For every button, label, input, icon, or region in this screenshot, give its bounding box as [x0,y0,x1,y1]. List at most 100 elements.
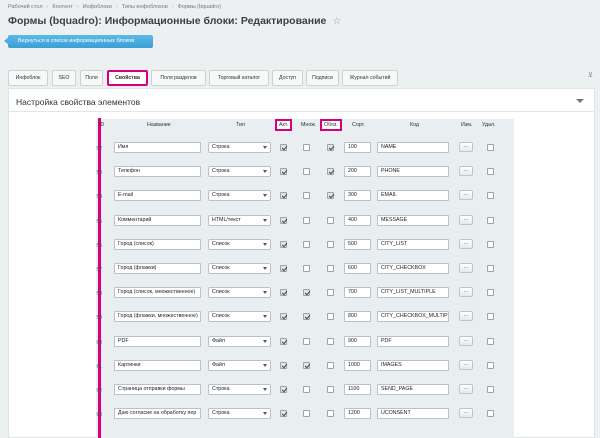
tab-3[interactable]: Поля [80,70,103,86]
property-type-select[interactable]: Строка [208,408,271,420]
required-checkbox[interactable] [327,289,334,297]
sort-input[interactable]: 700 [344,287,371,299]
delete-checkbox[interactable] [487,216,494,224]
edit-property-button[interactable]: ... [459,287,473,298]
active-checkbox[interactable] [280,192,287,200]
required-checkbox[interactable] [327,240,334,248]
multiple-checkbox[interactable] [303,410,310,418]
sort-input[interactable]: 200 [344,166,371,178]
active-checkbox[interactable] [280,289,287,297]
breadcrumb-item[interactable]: Рабочий стол [8,4,43,10]
active-checkbox[interactable] [280,144,287,151]
breadcrumb-item[interactable]: Типы инфоблоков [122,4,168,10]
property-name-input[interactable]: Телефон [114,166,201,178]
edit-property-button[interactable]: ... [459,190,473,201]
multiple-checkbox[interactable] [303,337,310,345]
sort-input[interactable]: 900 [344,335,371,347]
delete-checkbox[interactable] [487,361,494,369]
tab-7[interactable]: Доступ [272,70,303,86]
required-checkbox[interactable] [327,313,334,321]
edit-property-button[interactable]: ... [459,384,473,394]
edit-property-button[interactable]: ... [459,311,473,322]
edit-property-button[interactable]: ... [459,335,473,346]
required-checkbox[interactable] [327,361,334,369]
multiple-checkbox[interactable] [303,265,310,272]
property-type-select[interactable]: Файл [208,359,271,371]
edit-property-button[interactable]: ... [459,166,473,177]
property-name-input[interactable]: Страница отправки формы [114,384,201,395]
back-to-list-button[interactable]: Вернуться в список информационных блоков [4,35,153,48]
edit-property-button[interactable]: ... [459,359,473,370]
code-input[interactable]: UCONSENT [377,408,449,420]
sort-input[interactable]: 300 [344,190,371,202]
multiple-checkbox[interactable] [303,361,310,369]
delete-checkbox[interactable] [487,240,494,248]
tab-5[interactable]: Поля разделов [151,70,206,86]
active-checkbox[interactable] [280,240,287,248]
multiple-checkbox[interactable] [303,168,310,176]
multiple-checkbox[interactable] [303,144,310,151]
code-input[interactable]: IMAGES [377,359,449,371]
property-type-select[interactable]: Файл [208,335,271,347]
sort-input[interactable]: 1000 [344,359,371,371]
property-type-select[interactable]: Строка [208,142,271,153]
sort-input[interactable]: 400 [344,214,371,226]
active-checkbox[interactable] [280,361,287,369]
active-checkbox[interactable] [280,313,287,321]
delete-checkbox[interactable] [487,337,494,345]
property-type-select[interactable]: Строка [208,166,271,178]
required-checkbox[interactable] [327,216,334,224]
code-input[interactable]: PDF [377,335,449,347]
property-type-select[interactable]: Строка [208,190,271,202]
tab-4[interactable]: Свойства [107,70,148,86]
required-checkbox[interactable] [327,386,334,393]
required-checkbox[interactable] [327,337,334,345]
sort-input[interactable]: 800 [344,311,371,323]
active-checkbox[interactable] [280,410,287,418]
breadcrumb-item[interactable]: Инфоблоки [83,4,112,10]
sort-input[interactable]: 1200 [344,408,371,420]
active-checkbox[interactable] [280,386,287,393]
delete-checkbox[interactable] [487,144,494,151]
property-type-select[interactable]: Строка [208,384,271,395]
tab-8[interactable]: Подписи [306,70,339,86]
multiple-checkbox[interactable] [303,240,310,248]
sort-input[interactable]: 500 [344,238,371,250]
property-name-input[interactable]: Город (флажки) [114,263,201,274]
tab-6[interactable]: Торговый каталог [209,70,269,86]
edit-property-button[interactable]: ... [459,214,473,225]
property-type-select[interactable]: Список [208,238,271,250]
delete-checkbox[interactable] [487,265,494,272]
property-name-input[interactable]: E-mail [114,190,201,202]
required-checkbox[interactable] [327,168,334,176]
active-checkbox[interactable] [280,265,287,272]
active-checkbox[interactable] [280,216,287,224]
multiple-checkbox[interactable] [303,313,310,321]
delete-checkbox[interactable] [487,313,494,321]
property-name-input[interactable]: Город (список, множественное) [114,287,201,299]
star-icon[interactable]: ☆ [332,16,341,27]
code-input[interactable]: NAME [377,142,449,153]
collapse-tabs-icon[interactable]: ⊻ [588,71,593,79]
sort-input[interactable]: 1100 [344,384,371,395]
property-name-input[interactable]: Комментарий [114,214,201,226]
breadcrumb-item[interactable]: Формы (bquadro) [178,4,221,10]
multiple-checkbox[interactable] [303,216,310,224]
property-type-select[interactable]: Список [208,263,271,274]
breadcrumb-item[interactable]: Контент [52,4,72,10]
code-input[interactable]: PHONE [377,166,449,178]
required-checkbox[interactable] [327,265,334,272]
required-checkbox[interactable] [327,410,334,418]
delete-checkbox[interactable] [487,192,494,200]
edit-property-button[interactable]: ... [459,408,473,419]
code-input[interactable]: CITY_CHECKBOX_MULTIP [377,311,449,323]
edit-property-button[interactable]: ... [459,238,473,249]
code-input[interactable]: CITY_CHECKBOX [377,263,449,274]
property-name-input[interactable]: Картинки [114,359,201,371]
code-input[interactable]: EMAIL [377,190,449,202]
active-checkbox[interactable] [280,168,287,176]
code-input[interactable]: SEND_PAGE [377,384,449,395]
property-name-input[interactable]: Город (список) [114,238,201,250]
code-input[interactable]: CITY_LIST_MULTIPLE [377,287,449,299]
required-checkbox[interactable] [327,144,334,151]
